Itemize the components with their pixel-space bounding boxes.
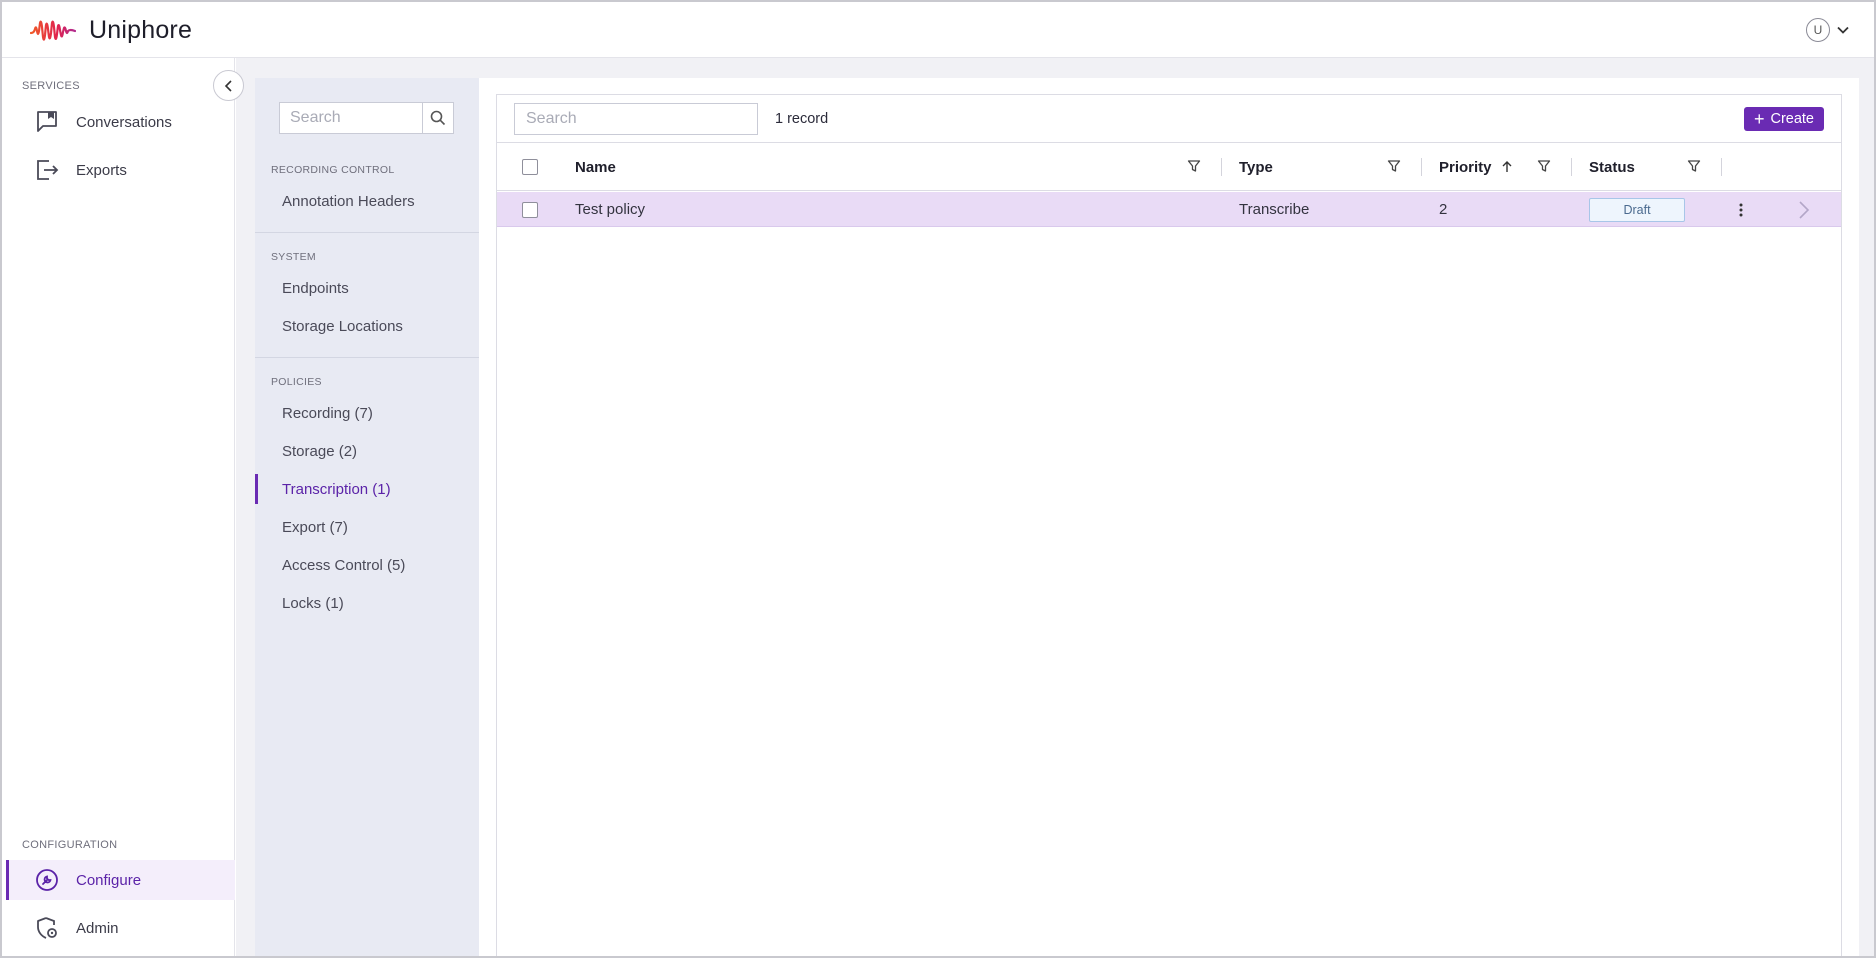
table-search-input[interactable] (514, 103, 758, 135)
row-checkbox[interactable] (522, 201, 538, 218)
column-separator[interactable] (1721, 158, 1722, 176)
cfg-item-endpoints[interactable]: Endpoints (255, 273, 479, 303)
cell-priority: 2 (1439, 201, 1448, 218)
services-section-label: SERVICES (22, 80, 80, 92)
cell-actions (1734, 192, 1748, 227)
cfg-item-access-control[interactable]: Access Control (5) (255, 550, 479, 580)
column-header-status[interactable]: Status (1589, 143, 1635, 191)
nav-item-label: Admin (76, 919, 119, 937)
column-header-priority-label: Priority (1439, 158, 1492, 176)
top-header: Uniphore U (2, 2, 1874, 58)
table-row[interactable]: Test policy Transcribe 2 Draft (497, 192, 1841, 227)
nav-item-label: Conversations (76, 113, 172, 131)
divider (255, 232, 479, 233)
app-logo[interactable]: Uniphore (30, 16, 192, 45)
sort-ascending-icon[interactable] (1500, 160, 1514, 174)
user-menu[interactable]: U (1806, 18, 1850, 42)
nav-item-label: Exports (76, 161, 127, 179)
left-nav: SERVICES Conversations Exports CONFIGURA… (2, 58, 235, 956)
cfg-section-system: SYSTEM (271, 251, 316, 263)
conversations-icon (37, 111, 57, 132)
cfg-section-policies: POLICIES (271, 376, 322, 388)
plus-icon: + (1753, 109, 1765, 129)
column-separator[interactable] (1571, 158, 1572, 176)
waveform-logo-icon (30, 20, 76, 41)
create-button[interactable]: + Create (1743, 107, 1824, 131)
nav-item-conversations[interactable]: Conversations (6, 102, 235, 142)
filter-icon[interactable] (1537, 159, 1551, 173)
column-header-priority[interactable]: Priority (1439, 143, 1514, 191)
cfg-item-storage[interactable]: Storage (2) (255, 436, 479, 466)
column-header-name[interactable]: Name (575, 143, 616, 191)
config-search-input[interactable] (279, 102, 422, 134)
search-icon (430, 110, 446, 126)
main-panel: 1 record + Create Name Type Priority Sta… (479, 78, 1859, 956)
collapse-sidebar-button[interactable] (213, 70, 244, 101)
exports-icon (37, 160, 59, 180)
app-name: Uniphore (89, 16, 193, 44)
configuration-section-label: CONFIGURATION (22, 839, 118, 851)
nav-item-configure[interactable]: Configure (6, 860, 235, 900)
filter-icon[interactable] (1187, 159, 1201, 173)
config-sidebar: RECORDING CONTROL Annotation Headers SYS… (255, 78, 479, 956)
cfg-item-storage-locations[interactable]: Storage Locations (255, 311, 479, 341)
divider (255, 357, 479, 358)
nav-item-admin[interactable]: Admin (6, 908, 235, 948)
table-toolbar: 1 record + Create (497, 95, 1841, 143)
nav-item-label: Configure (76, 871, 142, 889)
select-all-cell (522, 143, 538, 191)
avatar[interactable]: U (1806, 18, 1830, 42)
more-options-icon[interactable] (1734, 202, 1748, 218)
column-separator[interactable] (1421, 158, 1422, 176)
column-header-type[interactable]: Type (1239, 143, 1273, 191)
column-separator[interactable] (1221, 158, 1222, 176)
config-search-button[interactable] (422, 102, 454, 134)
nav-item-exports[interactable]: Exports (6, 150, 235, 190)
filter-icon[interactable] (1387, 159, 1401, 173)
filter-icon[interactable] (1687, 159, 1701, 173)
cfg-item-locks[interactable]: Locks (1) (255, 588, 479, 618)
table-header: Name Type Priority Status (497, 143, 1841, 191)
cell-name[interactable]: Test policy (575, 192, 645, 227)
create-button-label: Create (1770, 111, 1814, 127)
chevron-left-icon (224, 79, 232, 92)
wrench-icon (36, 869, 58, 891)
cfg-item-transcription[interactable]: Transcription (1) (255, 474, 479, 504)
cell-open (1797, 192, 1811, 227)
policies-table: 1 record + Create Name Type Priority Sta… (496, 94, 1842, 956)
cell-status: Draft (1589, 192, 1685, 227)
cfg-item-recording[interactable]: Recording (7) (255, 398, 479, 428)
select-all-checkbox[interactable] (522, 159, 538, 175)
cfg-item-export[interactable]: Export (7) (255, 512, 479, 542)
shield-gear-icon (37, 917, 57, 939)
cell-type: Transcribe (1239, 201, 1310, 218)
status-badge: Draft (1589, 197, 1685, 222)
chevron-down-icon[interactable] (1836, 23, 1850, 37)
cfg-section-recording-control: RECORDING CONTROL (271, 164, 395, 176)
chevron-right-icon[interactable] (1797, 200, 1811, 220)
row-select-cell (522, 192, 538, 227)
config-search (279, 102, 454, 134)
record-count: 1 record (775, 111, 829, 127)
cfg-item-annotation-headers[interactable]: Annotation Headers (255, 186, 479, 216)
